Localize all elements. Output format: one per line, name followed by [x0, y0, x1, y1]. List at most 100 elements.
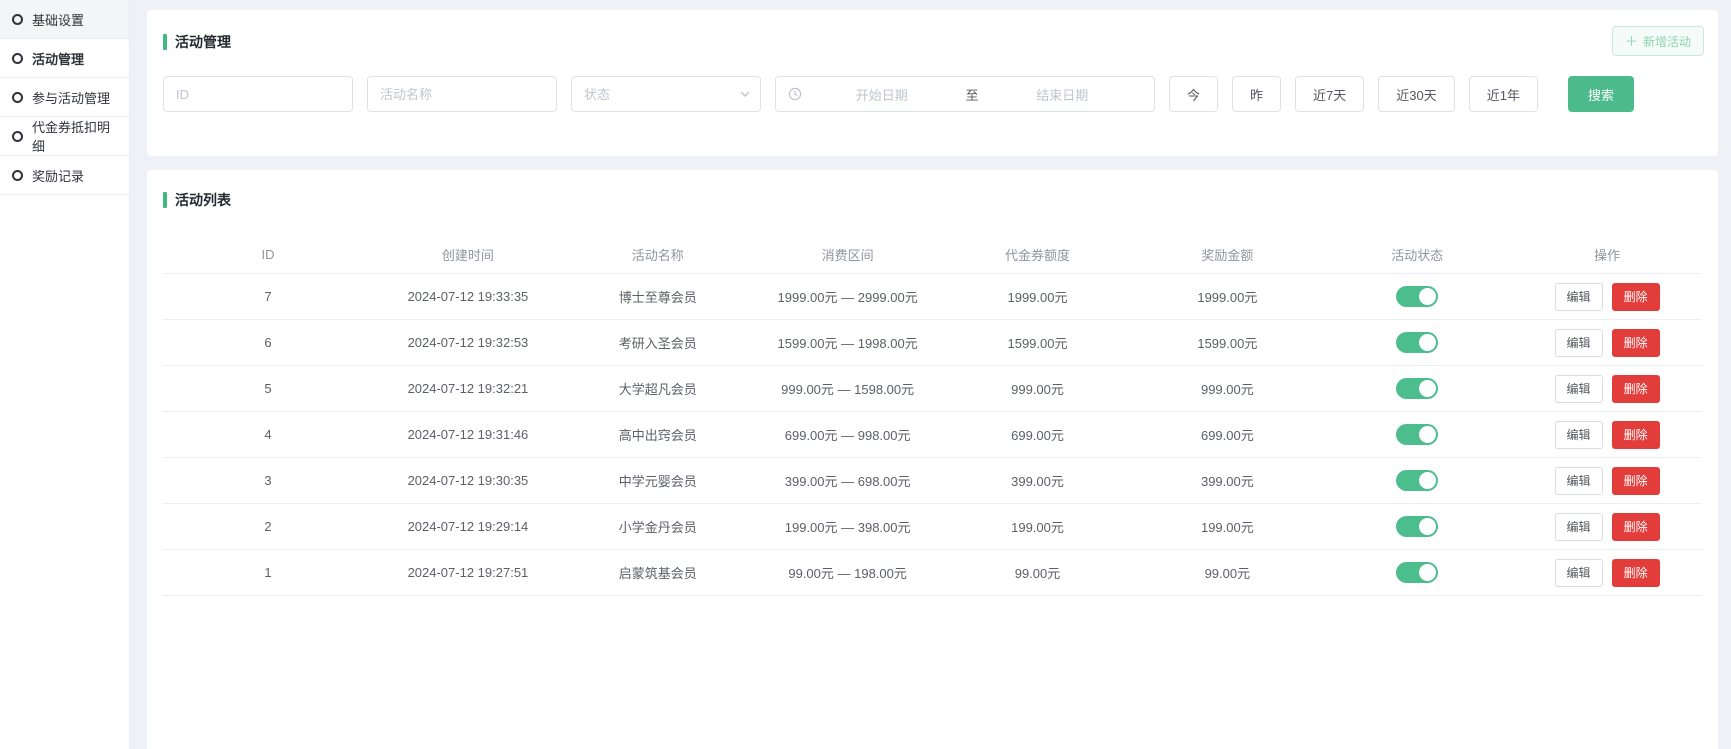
status-toggle[interactable]	[1396, 516, 1438, 537]
edit-button[interactable]: 编辑	[1555, 375, 1603, 403]
table-row: 4 2024-07-12 19:31:46 高中出窍会员 699.00元 — 9…	[163, 412, 1702, 458]
toggle-knob	[1419, 334, 1436, 351]
cell-status	[1322, 424, 1512, 445]
table-header-cell: 代金券额度	[943, 245, 1133, 264]
table-header-cell: 创建时间	[373, 245, 563, 264]
cell-reward-amount: 399.00元	[1132, 471, 1322, 490]
cell-created-time: 2024-07-12 19:31:46	[373, 427, 563, 442]
circle-bullet-icon	[12, 170, 23, 181]
status-toggle[interactable]	[1396, 332, 1438, 353]
status-toggle[interactable]	[1396, 562, 1438, 583]
sidebar-item-label: 代金券抵扣明细	[32, 117, 117, 155]
table-row: 2 2024-07-12 19:29:14 小学金丹会员 199.00元 — 3…	[163, 504, 1702, 550]
table-row: 3 2024-07-12 19:30:35 中学元婴会员 399.00元 — 6…	[163, 458, 1702, 504]
delete-button[interactable]: 删除	[1612, 421, 1660, 449]
status-toggle[interactable]	[1396, 424, 1438, 445]
cell-activity-name: 大学超凡会员	[563, 379, 753, 398]
cell-id: 2	[163, 519, 373, 534]
status-toggle[interactable]	[1396, 286, 1438, 307]
status-toggle[interactable]	[1396, 378, 1438, 399]
edit-button[interactable]: 编辑	[1555, 559, 1603, 587]
sidebar-item-label: 奖励记录	[32, 166, 84, 185]
cell-id: 5	[163, 381, 373, 396]
status-select[interactable]	[571, 76, 761, 112]
table-row: 6 2024-07-12 19:32:53 考研入圣会员 1599.00元 — …	[163, 320, 1702, 366]
cell-created-time: 2024-07-12 19:32:53	[373, 335, 563, 350]
delete-button[interactable]: 删除	[1612, 283, 1660, 311]
table-row: 1 2024-07-12 19:27:51 启蒙筑基会员 99.00元 — 19…	[163, 550, 1702, 596]
cell-coupon-amount: 1599.00元	[943, 333, 1133, 352]
cell-reward-amount: 1999.00元	[1132, 287, 1322, 306]
delete-button[interactable]: 删除	[1612, 559, 1660, 587]
quick-date-button[interactable]: 今	[1169, 76, 1218, 112]
search-button[interactable]: 搜索	[1568, 76, 1634, 112]
status-toggle[interactable]	[1396, 470, 1438, 491]
add-activity-button[interactable]: ＋ 新增活动	[1612, 26, 1704, 56]
cell-activity-name: 启蒙筑基会员	[563, 563, 753, 582]
toggle-knob	[1419, 518, 1436, 535]
sidebar-item-label: 基础设置	[32, 10, 84, 29]
cell-status	[1322, 470, 1512, 491]
status-select-input[interactable]	[571, 76, 761, 112]
date-range-picker[interactable]: 开始日期 至 结束日期	[775, 76, 1155, 112]
quick-date-button[interactable]: 近30天	[1378, 76, 1454, 112]
activity-name-input[interactable]	[367, 76, 557, 112]
edit-button[interactable]: 编辑	[1555, 421, 1603, 449]
sidebar-item[interactable]: 参与活动管理	[0, 78, 129, 117]
circle-bullet-icon	[12, 131, 23, 142]
activity-list-card: 活动列表 ID 创建时间 活动名称 消费区间 代金券额度 奖励金额	[147, 170, 1718, 749]
end-date-placeholder[interactable]: 结束日期	[983, 85, 1143, 104]
delete-button[interactable]: 删除	[1612, 329, 1660, 357]
start-date-placeholder[interactable]: 开始日期	[802, 85, 962, 104]
cell-status	[1322, 286, 1512, 307]
toggle-knob	[1419, 426, 1436, 443]
sidebar-item[interactable]: 基础设置	[0, 0, 129, 39]
cell-activity-name: 小学金丹会员	[563, 517, 753, 536]
cell-reward-amount: 999.00元	[1132, 379, 1322, 398]
cell-status	[1322, 378, 1512, 399]
delete-button[interactable]: 删除	[1612, 467, 1660, 495]
cell-created-time: 2024-07-12 19:30:35	[373, 473, 563, 488]
cell-coupon-amount: 999.00元	[943, 379, 1133, 398]
filter-card-title: 活动管理	[163, 32, 1702, 52]
quick-date-button[interactable]: 近7天	[1295, 76, 1364, 112]
quick-date-button[interactable]: 昨	[1232, 76, 1281, 112]
cell-spend-range: 1999.00元 — 2999.00元	[753, 287, 943, 306]
cell-coupon-amount: 99.00元	[943, 563, 1133, 582]
cell-spend-range: 199.00元 — 398.00元	[753, 517, 943, 536]
cell-created-time: 2024-07-12 19:29:14	[373, 519, 563, 534]
delete-button[interactable]: 删除	[1612, 513, 1660, 541]
delete-button[interactable]: 删除	[1612, 375, 1660, 403]
sidebar-item[interactable]: 活动管理	[0, 39, 129, 78]
table-row: 5 2024-07-12 19:32:21 大学超凡会员 999.00元 — 1…	[163, 366, 1702, 412]
sidebar-item[interactable]: 代金券抵扣明细	[0, 117, 129, 156]
quick-date-button[interactable]: 近1年	[1469, 76, 1538, 112]
cell-spend-range: 1599.00元 — 1998.00元	[753, 333, 943, 352]
title-accent-bar	[163, 34, 167, 50]
cell-activity-name: 高中出窍会员	[563, 425, 753, 444]
sidebar-item[interactable]: 奖励记录	[0, 156, 129, 195]
table-header-row: ID 创建时间 活动名称 消费区间 代金券额度 奖励金额 活动状态 操作	[163, 236, 1702, 274]
cell-id: 4	[163, 427, 373, 442]
main-content: 活动管理 ＋ 新增活动	[130, 0, 1731, 749]
edit-button[interactable]: 编辑	[1555, 513, 1603, 541]
table-header-cell: 活动名称	[563, 245, 753, 264]
id-input[interactable]	[163, 76, 353, 112]
cell-spend-range: 699.00元 — 998.00元	[753, 425, 943, 444]
cell-reward-amount: 99.00元	[1132, 563, 1322, 582]
sidebar-item-label: 活动管理	[32, 49, 84, 68]
cell-coupon-amount: 399.00元	[943, 471, 1133, 490]
cell-created-time: 2024-07-12 19:33:35	[373, 289, 563, 304]
edit-button[interactable]: 编辑	[1555, 283, 1603, 311]
table-card-title: 活动列表	[163, 190, 1702, 210]
edit-button[interactable]: 编辑	[1555, 467, 1603, 495]
app-window: 基础设置 活动管理 参与活动管理 代金券抵扣明细 奖励记录	[0, 0, 1731, 749]
cell-reward-amount: 1599.00元	[1132, 333, 1322, 352]
cell-coupon-amount: 199.00元	[943, 517, 1133, 536]
edit-button[interactable]: 编辑	[1555, 329, 1603, 357]
table-row: 7 2024-07-12 19:33:35 博士至尊会员 1999.00元 — …	[163, 274, 1702, 320]
cell-created-time: 2024-07-12 19:32:21	[373, 381, 563, 396]
title-accent-bar	[163, 192, 167, 208]
cell-reward-amount: 699.00元	[1132, 425, 1322, 444]
activity-table: ID 创建时间 活动名称 消费区间 代金券额度 奖励金额 活动状态 操作	[163, 236, 1702, 596]
